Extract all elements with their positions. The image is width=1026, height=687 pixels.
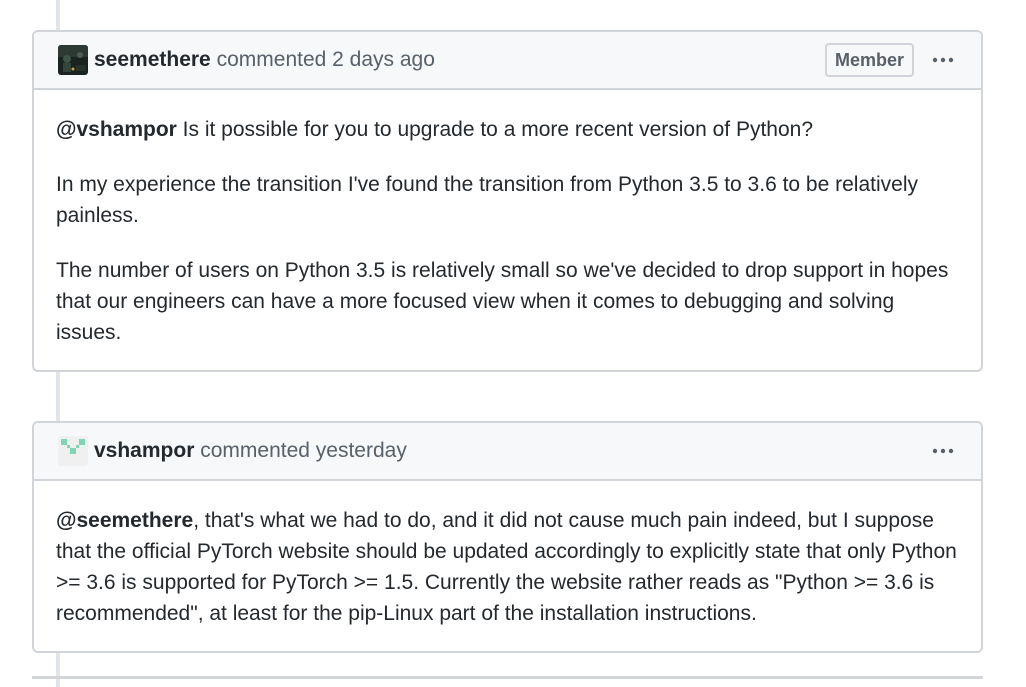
more-options-icon[interactable] xyxy=(931,443,955,459)
comment-body: @seemethere, that's what we had to do, a… xyxy=(34,481,981,629)
comment-card: seemethere commented 2 days ago Member @… xyxy=(32,30,983,372)
paragraph-text: The number of users on Python 3.5 is rel… xyxy=(56,259,949,344)
avatar[interactable] xyxy=(58,45,88,75)
identicon-avatar-icon xyxy=(58,436,88,466)
comment-paragraph: In my experience the transition I've fou… xyxy=(56,169,959,231)
comment-paragraph: @vshampor Is it possible for you to upgr… xyxy=(56,114,959,145)
comment-card: vshampor commented yesterday @seemethere… xyxy=(32,421,983,653)
comment-timestamp[interactable]: yesterday xyxy=(316,439,407,462)
comment-action: commented xyxy=(200,439,310,462)
author-link[interactable]: seemethere xyxy=(94,48,211,71)
member-badge: Member xyxy=(824,43,914,77)
user-mention[interactable]: @vshampor xyxy=(56,118,177,141)
comment-header: vshampor commented yesterday xyxy=(34,423,981,481)
comment-header: seemethere commented 2 days ago Member xyxy=(34,32,981,90)
avatar[interactable] xyxy=(58,436,88,466)
user-mention[interactable]: @seemethere xyxy=(56,509,193,532)
more-options-icon[interactable] xyxy=(931,52,955,68)
author-link[interactable]: vshampor xyxy=(94,439,194,462)
comment-paragraph: The number of users on Python 3.5 is rel… xyxy=(56,255,959,348)
comment-meta: vshampor commented yesterday xyxy=(94,438,407,464)
comment-paragraph: @seemethere, that's what we had to do, a… xyxy=(56,505,959,629)
comment-meta: seemethere commented 2 days ago xyxy=(94,47,435,73)
next-comment-edge xyxy=(32,676,983,679)
comment-action: commented xyxy=(216,48,327,71)
comment-timestamp[interactable]: 2 days ago xyxy=(332,48,435,71)
dark-photo-avatar-icon xyxy=(58,45,88,75)
comment-body: @vshampor Is it possible for you to upgr… xyxy=(34,90,981,348)
paragraph-text: In my experience the transition I've fou… xyxy=(56,173,918,227)
paragraph-text: Is it possible for you to upgrade to a m… xyxy=(176,118,814,141)
